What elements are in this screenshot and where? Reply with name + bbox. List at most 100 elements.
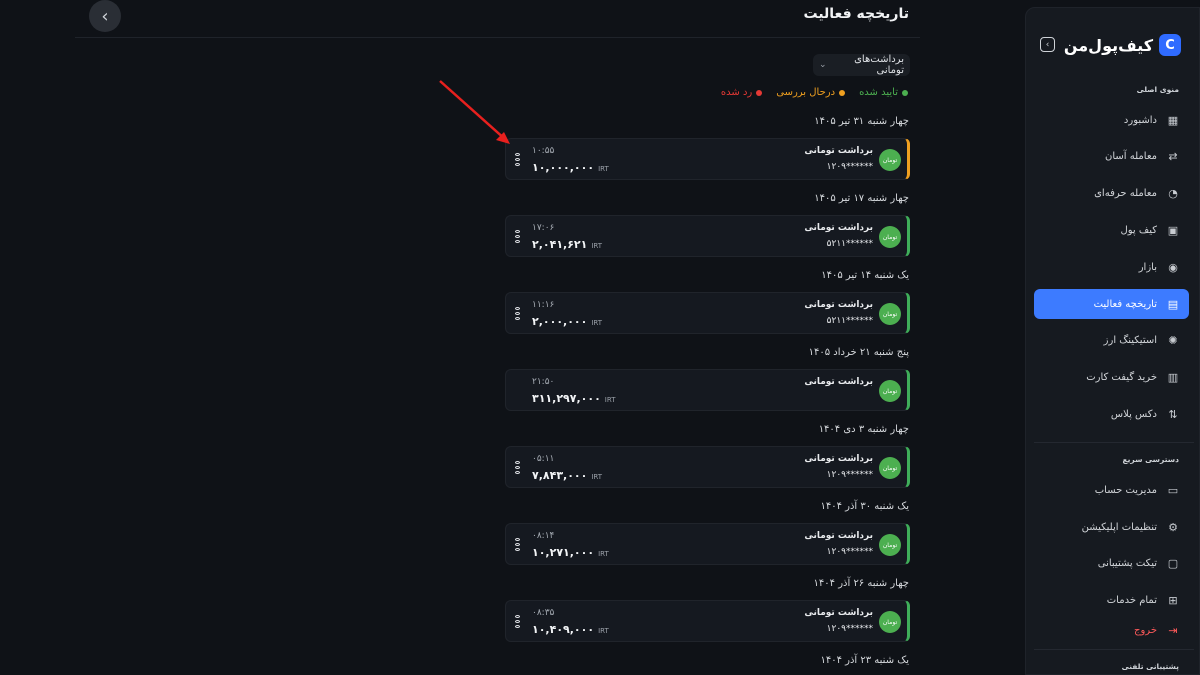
chevron-down-icon: ⌄ bbox=[819, 60, 827, 70]
transaction-amount: ۲,۰۰۰,۰۰۰ IRT bbox=[532, 315, 603, 328]
transaction-time: ۲۱:۵۰ bbox=[532, 377, 555, 387]
filter-label: برداشت‌های تومانی bbox=[854, 54, 904, 76]
transaction-title: برداشت تومانی bbox=[804, 377, 873, 387]
brand-logo-icon: C bbox=[1159, 34, 1181, 56]
sidebar-item-all-services[interactable]: ⊞ تمام خدمات bbox=[1034, 586, 1189, 614]
grid-icon: ▦ bbox=[1167, 113, 1179, 127]
toman-badge: تومان bbox=[879, 226, 901, 248]
back-button[interactable]: ‹ bbox=[89, 0, 121, 32]
account-number: ******۱۲۰۹ bbox=[826, 470, 873, 480]
more-options-icon[interactable] bbox=[515, 461, 521, 474]
history-icon: ▤ bbox=[1167, 297, 1179, 311]
sidebar-divider bbox=[1034, 649, 1194, 650]
phone-support-title: پشتیبانی تلفنی bbox=[1121, 662, 1179, 671]
date-label: چهار شنبه ۳۱ تیر ۱۴۰۵ bbox=[814, 116, 909, 127]
sidebar-item-account[interactable]: ▭ مدیریت حساب bbox=[1034, 476, 1189, 504]
annotation-arrow-icon bbox=[439, 80, 510, 144]
more-options-icon[interactable] bbox=[515, 153, 521, 166]
date-label: یک شنبه ۱۴ تیر ۱۴۰۵ bbox=[821, 270, 909, 281]
date-label: چهار شنبه ۳ دی ۱۴۰۴ bbox=[818, 424, 909, 435]
sidebar-item-support-ticket[interactable]: ▢ تیکت پشتیبانی bbox=[1034, 549, 1189, 577]
account-number: ******۱۲۰۹ bbox=[826, 162, 873, 172]
sidebar-item-gift-card[interactable]: ▥ خرید گیفت کارت bbox=[1034, 363, 1189, 391]
swap-icon: ⇄ bbox=[1168, 149, 1178, 163]
apps-icon: ⊞ bbox=[1168, 593, 1178, 607]
date-label: یک شنبه ۳۰ آذر ۱۴۰۴ bbox=[820, 501, 909, 512]
legend-pending: درحال بررسی bbox=[776, 87, 846, 98]
transaction-card[interactable]: تومان برداشت تومانی ******۵۲۱۱ ۱۷:۰۶ ۲,۰… bbox=[505, 215, 910, 257]
gift-icon: ▥ bbox=[1167, 370, 1179, 384]
logout-button[interactable]: ⇥ خروج bbox=[1034, 616, 1189, 644]
dex-icon: ⇅ bbox=[1168, 407, 1178, 421]
logout-icon: ⇥ bbox=[1168, 623, 1178, 637]
transaction-amount: ۲,۰۴۱,۶۲۱ IRT bbox=[532, 238, 603, 251]
transaction-amount: ۳۱۱,۲۹۷,۰۰۰ IRT bbox=[532, 392, 616, 405]
sidebar-item-staking[interactable]: ✺ استیکینگ ارز bbox=[1034, 326, 1189, 354]
toman-badge: تومان bbox=[879, 149, 901, 171]
transaction-card[interactable]: تومان برداشت تومانی ******۱۲۰۹ ۰۸:۳۵ ۱۰,… bbox=[505, 600, 910, 642]
toman-badge: تومان bbox=[879, 380, 901, 402]
transaction-time: ۰۸:۱۴ bbox=[532, 531, 555, 541]
sidebar: C کیف‌پول‌من ‹ منوی اصلی ▦ داشبورد ⇄ معا… bbox=[1025, 7, 1200, 675]
page-title: تاریخچه فعالیت bbox=[803, 6, 910, 22]
chevron-left-square-icon: ‹ bbox=[1045, 39, 1050, 50]
toman-badge: تومان bbox=[879, 534, 901, 556]
status-legend: تایید شده درحال بررسی رد شده bbox=[721, 87, 908, 98]
transaction-amount: ۱۰,۴۰۹,۰۰۰ IRT bbox=[532, 623, 609, 636]
transaction-time: ۱۱:۱۶ bbox=[532, 300, 555, 310]
transaction-amount: ۱۰,۲۷۱,۰۰۰ IRT bbox=[532, 546, 609, 559]
account-number: ******۱۲۰۹ bbox=[826, 624, 873, 634]
transaction-card[interactable]: تومان برداشت تومانی ******۱۲۰۹ ۰۵:۱۱ ۷,۸… bbox=[505, 446, 910, 488]
brand[interactable]: C کیف‌پول‌من bbox=[1064, 34, 1181, 56]
transaction-title: برداشت تومانی bbox=[804, 608, 873, 618]
transaction-card[interactable]: تومان برداشت تومانی ******۵۲۱۱ ۱۱:۱۶ ۲,۰… bbox=[505, 292, 910, 334]
legend-rejected: رد شده bbox=[721, 87, 763, 98]
account-number: ******۱۲۰۹ bbox=[826, 547, 873, 557]
sidebar-item-dex-plus[interactable]: ⇅ دکس پلاس bbox=[1034, 400, 1189, 428]
staking-icon: ✺ bbox=[1168, 333, 1178, 347]
transaction-card[interactable]: تومان برداشت تومانی ******۱۲۰۹ ۱۰:۵۵ ۱۰,… bbox=[505, 138, 910, 180]
sidebar-item-wallet[interactable]: ▣ کیف پول bbox=[1034, 216, 1189, 244]
more-options-icon[interactable] bbox=[515, 538, 521, 551]
sidebar-item-app-settings[interactable]: ⚙ تنظیمات اپلیکیشن bbox=[1034, 513, 1189, 541]
chart-icon: ◔ bbox=[1168, 186, 1178, 200]
main-menu-title: منوی اصلی bbox=[1136, 85, 1179, 94]
brand-name: کیف‌پول‌من bbox=[1063, 35, 1153, 55]
transaction-amount: ۱۰,۰۰۰,۰۰۰ IRT bbox=[532, 161, 609, 174]
rejected-dot-icon bbox=[756, 89, 763, 96]
transaction-time: ۱۷:۰۶ bbox=[532, 223, 555, 233]
sidebar-item-activity-history[interactable]: ▤ تاریخچه فعالیت bbox=[1034, 289, 1189, 319]
toman-badge: تومان bbox=[879, 457, 901, 479]
header-divider bbox=[75, 37, 920, 38]
date-label: چهار شنبه ۲۶ آذر ۱۴۰۴ bbox=[813, 578, 909, 589]
transaction-time: ۰۸:۳۵ bbox=[532, 608, 555, 618]
settings-icon: ⚙ bbox=[1168, 520, 1178, 534]
more-options-icon[interactable] bbox=[515, 307, 521, 320]
sidebar-item-market[interactable]: ◉ بازار bbox=[1034, 253, 1189, 281]
transaction-title: برداشت تومانی bbox=[804, 454, 873, 464]
date-label: چهار شنبه ۱۷ تیر ۱۴۰۵ bbox=[814, 193, 909, 204]
toman-badge: تومان bbox=[879, 303, 901, 325]
transaction-type-filter[interactable]: برداشت‌های تومانی ⌄ bbox=[813, 54, 910, 76]
chevron-left-icon: ‹ bbox=[101, 5, 109, 27]
transaction-title: برداشت تومانی bbox=[804, 223, 873, 233]
transaction-time: ۰۵:۱۱ bbox=[532, 454, 555, 464]
sidebar-item-pro-trade[interactable]: ◔ معامله حرفه‌ای bbox=[1034, 179, 1189, 207]
sidebar-item-dashboard[interactable]: ▦ داشبورد bbox=[1034, 106, 1189, 134]
collapse-sidebar-button[interactable]: ‹ bbox=[1040, 37, 1055, 52]
transaction-amount: ۷,۸۴۳,۰۰۰ IRT bbox=[532, 469, 603, 482]
toman-badge: تومان bbox=[879, 611, 901, 633]
account-number: ******۵۲۱۱ bbox=[826, 316, 873, 326]
transaction-card[interactable]: تومان برداشت تومانی ۲۱:۵۰ ۳۱۱,۲۹۷,۰۰۰ IR… bbox=[505, 369, 910, 411]
sidebar-item-easy-trade[interactable]: ⇄ معامله آسان bbox=[1034, 142, 1189, 170]
more-options-icon[interactable] bbox=[515, 615, 521, 628]
transaction-card[interactable]: تومان برداشت تومانی ******۱۲۰۹ ۰۸:۱۴ ۱۰,… bbox=[505, 523, 910, 565]
approved-dot-icon bbox=[902, 89, 908, 96]
more-options-icon[interactable] bbox=[515, 230, 521, 243]
date-label: یک شنبه ۲۳ آذر ۱۴۰۴ bbox=[820, 655, 909, 666]
legend-approved: تایید شده bbox=[859, 87, 908, 98]
transaction-title: برداشت تومانی bbox=[804, 146, 873, 156]
coin-icon: ◉ bbox=[1168, 260, 1178, 274]
transaction-title: برداشت تومانی bbox=[804, 300, 873, 310]
wallet-icon: ▣ bbox=[1167, 223, 1179, 237]
